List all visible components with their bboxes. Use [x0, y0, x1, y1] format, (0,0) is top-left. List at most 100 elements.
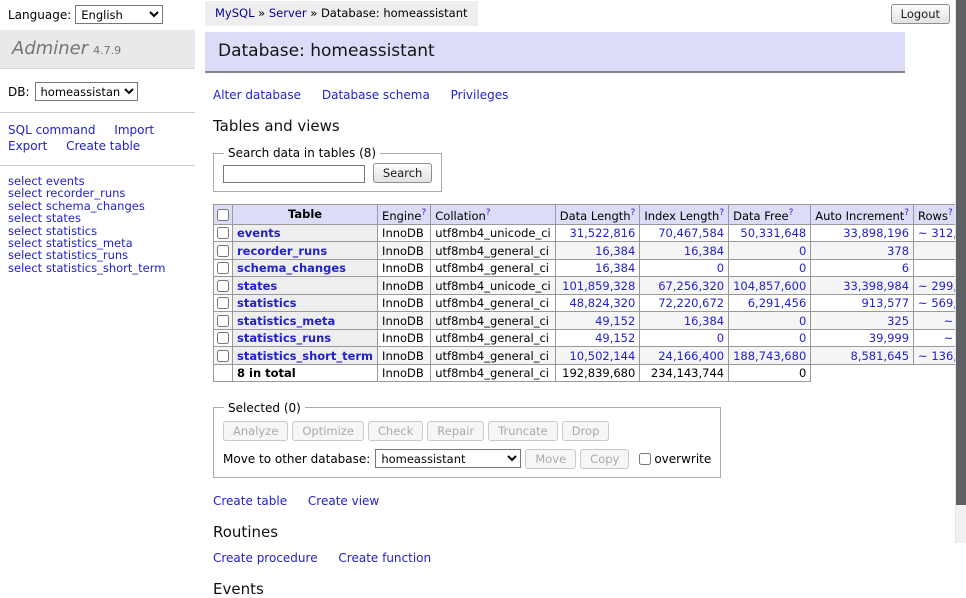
column-header-index-length: Index Length?	[640, 205, 729, 225]
create-link-create-table[interactable]: Create table	[213, 494, 287, 508]
breadcrumb-link-server[interactable]: Server	[269, 6, 307, 20]
cell-index-length: 72,220,672	[640, 294, 729, 312]
table-link-statistics[interactable]: statistics	[237, 296, 297, 310]
help-icon[interactable]: ?	[631, 208, 636, 218]
sidebar-action-create-table[interactable]: Create table	[66, 139, 140, 153]
db-select[interactable]: homeassistant	[35, 82, 138, 101]
sidebar-action-import[interactable]: Import	[114, 123, 154, 137]
selected-legend: Selected (0)	[224, 401, 305, 415]
table-row: statistics_runsInnoDButf8mb4_general_ci4…	[214, 329, 966, 347]
table-row: recorder_runsInnoDButf8mb4_general_ci16,…	[214, 242, 966, 260]
overwrite-label: overwrite	[654, 452, 711, 466]
row-checkbox[interactable]	[217, 262, 229, 274]
table-link-recorder-runs[interactable]: recorder_runs	[237, 244, 327, 258]
sidebar-table-links: select eventsselect recorder_runsselect …	[0, 166, 195, 274]
help-icon[interactable]: ?	[421, 208, 426, 218]
drop-button[interactable]: Drop	[562, 421, 610, 441]
cell-engine: InnoDB	[378, 277, 431, 295]
cell-auto-increment: 913,577	[811, 294, 914, 312]
sidebar-select-statistics-runs[interactable]: select statistics_runs	[8, 249, 195, 261]
help-icon[interactable]: ?	[719, 208, 724, 218]
breadcrumb: MySQL » Server » Database: homeassistant	[205, 1, 478, 26]
table-name-cell: statistics	[233, 294, 378, 312]
sidebar-select-statistics-short-term[interactable]: select statistics_short_term	[8, 262, 195, 274]
help-icon[interactable]: ?	[789, 208, 794, 218]
column-header-data-free: Data Free?	[729, 205, 811, 225]
sidebar-select-recorder-runs[interactable]: select recorder_runs	[8, 187, 195, 199]
sidebar-action-sql-command[interactable]: SQL command	[8, 123, 95, 137]
row-checkbox[interactable]	[217, 245, 229, 257]
analyze-button[interactable]: Analyze	[223, 421, 288, 441]
table-link-schema-changes[interactable]: schema_changes	[237, 261, 346, 275]
db-link-alter-database[interactable]: Alter database	[213, 88, 301, 102]
scrollbar-thumb[interactable]	[956, 0, 966, 505]
search-legend: Search data in tables (8)	[224, 146, 380, 160]
cell-auto-increment: 33,398,984	[811, 277, 914, 295]
cell-data-length: 16,384	[555, 242, 640, 260]
create-links: Create table Create view	[213, 494, 905, 508]
total-cell	[214, 364, 233, 381]
sidebar-action-export[interactable]: Export	[8, 139, 47, 153]
routine-link-create-procedure[interactable]: Create procedure	[213, 551, 318, 565]
cell-collation: utf8mb4_unicode_ci	[431, 224, 556, 242]
search-fieldset: Search data in tables (8) Search	[213, 146, 442, 192]
selected-fieldset: Selected (0) AnalyzeOptimizeCheckRepairT…	[213, 401, 721, 478]
search-input[interactable]	[223, 165, 365, 183]
search-button[interactable]: Search	[373, 163, 433, 183]
create-link-create-view[interactable]: Create view	[308, 494, 379, 508]
total-cell: utf8mb4_general_ci	[431, 364, 556, 381]
cell-data-length: 49,152	[555, 312, 640, 330]
cell-engine: InnoDB	[378, 259, 431, 277]
optimize-button[interactable]: Optimize	[292, 421, 364, 441]
table-link-statistics-runs[interactable]: statistics_runs	[237, 331, 331, 345]
repair-button[interactable]: Repair	[427, 421, 484, 441]
row-checkbox-cell	[214, 277, 233, 295]
help-icon[interactable]: ?	[948, 208, 953, 218]
overwrite-checkbox[interactable]	[639, 453, 651, 465]
table-link-statistics-meta[interactable]: statistics_meta	[237, 314, 335, 328]
check-button[interactable]: Check	[368, 421, 423, 441]
cell-data-free: 0	[729, 259, 811, 277]
table-link-statistics-short-term[interactable]: statistics_short_term	[237, 349, 373, 363]
row-checkbox[interactable]	[217, 332, 229, 344]
move-button[interactable]: Move	[525, 449, 576, 469]
cell-data-length: 16,384	[555, 259, 640, 277]
database-links: Alter database Database schema Privilege…	[213, 88, 905, 102]
vertical-scrollbar[interactable]	[955, 0, 966, 543]
help-icon[interactable]: ?	[486, 208, 491, 218]
row-checkbox[interactable]	[217, 227, 229, 239]
cell-auto-increment: 39,999	[811, 329, 914, 347]
db-link-privileges[interactable]: Privileges	[451, 88, 509, 102]
row-checkbox[interactable]	[217, 315, 229, 327]
move-db-select[interactable]: homeassistant	[375, 449, 521, 468]
cell-collation: utf8mb4_general_ci	[431, 242, 556, 260]
cell-auto-increment: 325	[811, 312, 914, 330]
row-checkbox[interactable]	[217, 280, 229, 292]
table-link-states[interactable]: states	[237, 279, 277, 293]
db-link-database-schema[interactable]: Database schema	[322, 88, 430, 102]
table-link-events[interactable]: events	[237, 226, 281, 240]
cell-data-length: 49,152	[555, 329, 640, 347]
language-select[interactable]: English	[75, 5, 163, 24]
app-brand: Adminer4.7.9	[0, 30, 195, 69]
cell-data-free: 6,291,456	[729, 294, 811, 312]
cell-data-free: 104,857,600	[729, 277, 811, 295]
table-name-cell: events	[233, 224, 378, 242]
app-version: 4.7.9	[93, 44, 121, 57]
select-all-checkbox[interactable]	[217, 209, 229, 221]
total-cell: 234,143,744	[640, 364, 729, 381]
sidebar-select-states[interactable]: select states	[8, 212, 195, 224]
row-checkbox-cell	[214, 242, 233, 260]
total-cell: 0	[729, 364, 811, 381]
cell-data-length: 48,824,320	[555, 294, 640, 312]
copy-button[interactable]: Copy	[580, 449, 629, 469]
table-row: schema_changesInnoDButf8mb4_general_ci16…	[214, 259, 966, 277]
help-icon[interactable]: ?	[904, 208, 909, 218]
truncate-button[interactable]: Truncate	[488, 421, 558, 441]
routine-link-create-function[interactable]: Create function	[338, 551, 431, 565]
row-checkbox[interactable]	[217, 297, 229, 309]
events-heading: Events	[213, 580, 905, 598]
row-checkbox[interactable]	[217, 350, 229, 362]
row-checkbox-cell	[214, 329, 233, 347]
breadcrumb-link-mysql[interactable]: MySQL	[215, 6, 255, 20]
